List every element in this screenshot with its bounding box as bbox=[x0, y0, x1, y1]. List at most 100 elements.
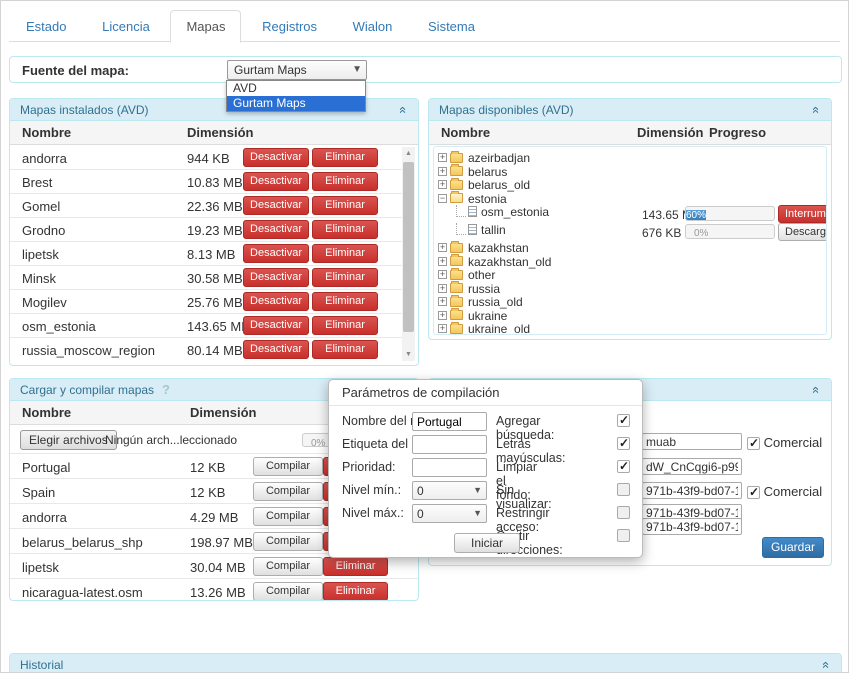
compile-button[interactable]: Compilar bbox=[253, 582, 323, 600]
tab-estado[interactable]: Estado bbox=[11, 11, 81, 42]
expand-icon[interactable]: + bbox=[438, 284, 447, 293]
deactivate-button[interactable]: Desactivar bbox=[243, 196, 309, 215]
folder-icon bbox=[450, 256, 463, 266]
tree-folder-row[interactable]: + ukraine_old bbox=[434, 322, 826, 335]
min-level-select[interactable]: 0▼ bbox=[412, 481, 487, 500]
expand-icon[interactable]: + bbox=[438, 180, 447, 189]
choose-files-button[interactable]: Elegir archivos bbox=[20, 430, 117, 450]
tree-folder-row[interactable]: +other bbox=[434, 268, 826, 282]
tree-folder-row[interactable]: +belarus_old bbox=[434, 178, 826, 192]
delete-button[interactable]: Eliminar bbox=[312, 268, 378, 287]
scrollbar[interactable]: ▲ ▼ bbox=[402, 147, 415, 361]
folder-name: ukraine_old bbox=[468, 322, 530, 335]
compile-button[interactable]: Compilar bbox=[253, 532, 323, 551]
folder-icon bbox=[450, 297, 463, 307]
site-key-field[interactable] bbox=[642, 458, 742, 475]
tree-folder-row[interactable]: +belarus bbox=[434, 165, 826, 179]
deactivate-button[interactable]: Desactivar bbox=[243, 244, 309, 263]
delete-button[interactable]: Eliminar bbox=[312, 172, 378, 191]
expand-icon[interactable]: + bbox=[438, 257, 447, 266]
compile-button[interactable]: Compilar bbox=[253, 557, 323, 576]
uppercase-checkbox[interactable] bbox=[617, 437, 630, 450]
tree-folder-row[interactable]: + russia_old bbox=[434, 295, 826, 309]
expand-icon[interactable]: + bbox=[438, 167, 447, 176]
priority-field[interactable] bbox=[412, 458, 487, 477]
skip-addresses-checkbox[interactable] bbox=[617, 529, 630, 542]
site-key-field[interactable] bbox=[642, 482, 742, 499]
tree-folder-row[interactable]: +ukraine bbox=[434, 309, 826, 323]
delete-button[interactable]: Eliminar bbox=[312, 196, 378, 215]
restrict-access-checkbox[interactable] bbox=[617, 506, 630, 519]
add-search-checkbox[interactable] bbox=[617, 414, 630, 427]
collapse-icon[interactable]: « bbox=[396, 103, 410, 117]
tree-folder-row-expanded[interactable]: −estonia bbox=[434, 192, 826, 206]
delete-button[interactable]: Eliminar bbox=[312, 316, 378, 335]
tree-folder-row[interactable]: +kazakhstan bbox=[434, 241, 826, 255]
tree-map-row[interactable]: tallin 676 KB 0% Descargar bbox=[434, 223, 826, 241]
tree-folder-row[interactable]: +kazakhstan_old bbox=[434, 255, 826, 269]
deactivate-button[interactable]: Desactivar bbox=[243, 148, 309, 167]
expand-icon[interactable]: + bbox=[438, 324, 447, 333]
map-source-select[interactable]: Gurtam Maps ▼ bbox=[227, 60, 367, 80]
folder-name: azeirbadjan bbox=[468, 151, 530, 165]
save-button[interactable]: Guardar bbox=[762, 537, 824, 558]
compile-button[interactable]: Compilar bbox=[253, 507, 323, 526]
expand-icon[interactable]: + bbox=[438, 311, 447, 320]
map-source-bar: Fuente del mapa: Gurtam Maps ▼ bbox=[9, 56, 842, 83]
commercial-checkbox[interactable] bbox=[747, 486, 760, 499]
max-level-select[interactable]: 0▼ bbox=[412, 504, 487, 523]
tab-registros[interactable]: Registros bbox=[247, 11, 332, 42]
deactivate-button[interactable]: Desactivar bbox=[243, 220, 309, 239]
folder-name: russia_old bbox=[468, 295, 523, 309]
installed-maps-panel: Mapas instalados (AVD) « Nombre Dimensió… bbox=[9, 98, 419, 366]
map-label-field[interactable] bbox=[412, 435, 487, 454]
delete-button[interactable]: Eliminar bbox=[323, 557, 388, 576]
deactivate-button[interactable]: Desactivar bbox=[243, 340, 309, 359]
compile-button[interactable]: Compilar bbox=[253, 457, 323, 476]
map-size: 12 KB bbox=[190, 460, 225, 475]
expand-icon[interactable]: + bbox=[438, 270, 447, 279]
tab-sistema[interactable]: Sistema bbox=[413, 11, 490, 42]
map-name: osm_estonia bbox=[481, 205, 549, 219]
tab-licencia[interactable]: Licencia bbox=[87, 11, 165, 42]
dropdown-option-gurtam[interactable]: Gurtam Maps bbox=[227, 96, 365, 111]
delete-button[interactable]: Eliminar bbox=[312, 340, 378, 359]
delete-button[interactable]: Eliminar bbox=[312, 292, 378, 311]
scroll-down-arrow[interactable]: ▼ bbox=[402, 348, 415, 361]
scrollbar-thumb[interactable] bbox=[403, 162, 414, 332]
tab-wialon[interactable]: Wialon bbox=[338, 11, 408, 42]
map-name: Grodno bbox=[22, 223, 65, 238]
dropdown-option-avd[interactable]: AVD bbox=[227, 81, 365, 96]
site-key-field[interactable] bbox=[642, 518, 742, 535]
commercial-checkbox[interactable] bbox=[747, 437, 760, 450]
delete-button[interactable]: Eliminar bbox=[312, 244, 378, 263]
expand-icon[interactable]: + bbox=[438, 243, 447, 252]
tree-map-row[interactable]: osm_estonia 143.65 MB 60% Interrumpir bbox=[434, 205, 826, 223]
deactivate-button[interactable]: Desactivar bbox=[243, 316, 309, 335]
deactivate-button[interactable]: Desactivar bbox=[243, 172, 309, 191]
tree-folder-row[interactable]: +russia bbox=[434, 282, 826, 296]
tree-folder-row[interactable]: + azeirbadjan bbox=[434, 151, 826, 165]
download-button[interactable]: Descargar bbox=[778, 223, 827, 241]
collapse-node-icon[interactable]: − bbox=[438, 194, 447, 203]
compile-button[interactable]: Compilar bbox=[253, 482, 323, 501]
collapse-icon[interactable]: « bbox=[809, 103, 823, 117]
help-icon[interactable]: ? bbox=[162, 382, 170, 397]
site-key-field[interactable] bbox=[642, 433, 742, 450]
start-button[interactable]: Iniciar bbox=[454, 533, 520, 553]
deactivate-button[interactable]: Desactivar bbox=[243, 292, 309, 311]
expand-icon[interactable]: + bbox=[438, 297, 447, 306]
clear-background-checkbox[interactable] bbox=[617, 460, 630, 473]
delete-button[interactable]: Eliminar bbox=[323, 582, 388, 600]
delete-button[interactable]: Eliminar bbox=[312, 148, 378, 167]
collapse-icon[interactable]: « bbox=[809, 383, 823, 397]
map-name-field[interactable] bbox=[412, 412, 487, 431]
delete-button[interactable]: Eliminar bbox=[312, 220, 378, 239]
deactivate-button[interactable]: Desactivar bbox=[243, 268, 309, 287]
tab-mapas[interactable]: Mapas bbox=[170, 10, 241, 43]
interrupt-button[interactable]: Interrumpir bbox=[778, 205, 827, 223]
collapse-icon[interactable]: « bbox=[819, 658, 833, 672]
scroll-up-arrow[interactable]: ▲ bbox=[402, 147, 415, 160]
no-render-checkbox[interactable] bbox=[617, 483, 630, 496]
expand-icon[interactable]: + bbox=[438, 153, 447, 162]
